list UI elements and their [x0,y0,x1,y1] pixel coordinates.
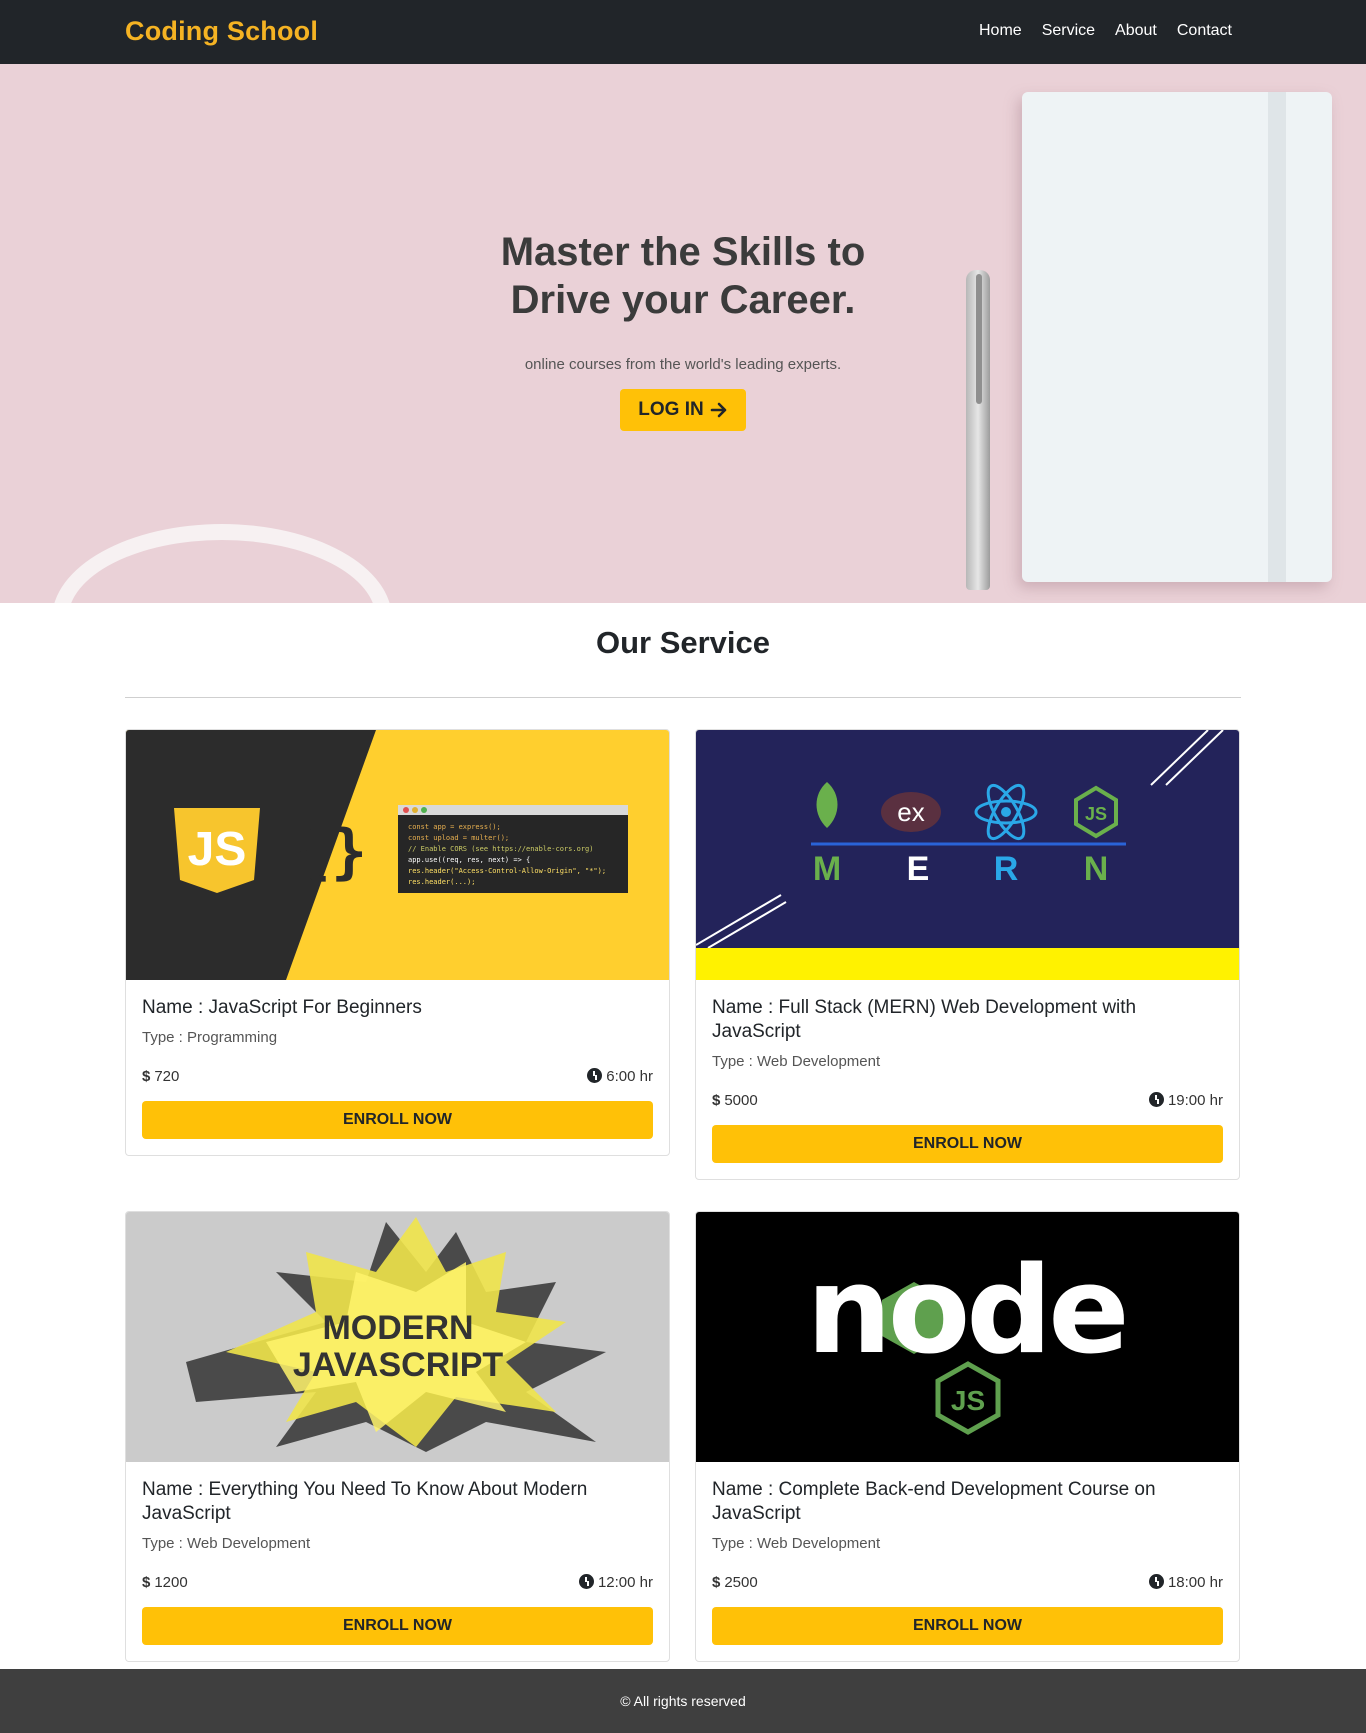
course-price: $720 [142,1068,180,1085]
course-type: Type : Web Development [142,1535,311,1552]
mern-letter: R [994,850,1019,888]
nodejs-banner-image: node JS [696,1212,1239,1462]
login-label: LOG IN [638,399,704,420]
dollar-icon: $ [712,1574,721,1591]
code-line: const app = express(); [408,823,501,831]
course-card: MODERN JAVASCRIPT Name : Everything You … [125,1211,670,1662]
nav-service-link[interactable]: Service [1042,22,1095,40]
course-name: Name : JavaScript For Beginners [142,997,422,1018]
arrow-right-icon [710,402,727,418]
nav-about-link[interactable]: About [1115,22,1157,40]
navbar: Coding School Home Service About Contact [0,0,1366,64]
section-divider [125,697,1241,698]
course-duration: 12:00 hr [578,1574,653,1591]
course-price: $2500 [712,1574,758,1591]
code-line: res.header(...); [408,878,475,886]
mern-banner-image: ex JS M E R N [696,730,1239,980]
nav-contact-link[interactable]: Contact [1177,22,1232,40]
node-text: node [806,1242,1125,1381]
mern-letter: M [813,850,841,888]
enroll-button[interactable]: ENROLL NOW [142,1607,653,1645]
mern-letter: N [1084,850,1109,888]
code-line: // Enable CORS (see https://enable-cors.… [408,845,593,853]
mern-letter: E [907,850,930,888]
footer: © All rights reserved [0,1669,1366,1733]
clock-icon [587,1068,603,1083]
code-line: const upload = multer(); [408,834,509,842]
nav-links: Home Service About Contact [979,22,1232,40]
enroll-button[interactable]: ENROLL NOW [712,1125,1223,1163]
modern-js-line: MODERN [322,1309,473,1347]
course-card: ex JS M E R N Name : Full Stack (MERN) W… [695,729,1240,1180]
login-button[interactable]: LOG IN [620,389,746,431]
mern-ex-text: ex [897,797,924,827]
modern-js-line: JAVASCRIPT [293,1346,504,1384]
course-name: Name : Full Stack (MERN) Web Development… [712,997,1137,1042]
dollar-icon: $ [142,1574,151,1591]
modern-javascript-banner-image: MODERN JAVASCRIPT [126,1212,669,1462]
enroll-button[interactable]: ENROLL NOW [712,1607,1223,1645]
svg-text:{}: {} [295,817,367,887]
course-duration: 19:00 hr [1148,1092,1223,1109]
course-type: Type : Web Development [712,1535,881,1552]
dollar-icon: $ [712,1092,721,1109]
enroll-button[interactable]: ENROLL NOW [142,1101,653,1139]
code-line: app.use((req, res, next) => { [408,856,530,864]
brand-logo[interactable]: Coding School [125,16,318,47]
section-title: Our Service [595,625,771,660]
hero-title: Master the Skills to Drive your Career. [500,230,866,322]
clock-icon [578,1574,594,1589]
course-name: Name : Complete Back-end Development Cou… [712,1479,1156,1524]
clock-icon [1148,1092,1164,1107]
course-type: Type : Programming [142,1029,278,1046]
course-type: Type : Web Development [712,1053,881,1070]
js-logo-text: JS [188,823,247,876]
course-card: node JS Name : Complete Back-end Develop… [695,1211,1240,1662]
code-line: res.header("Access-Control-Allow-Origin"… [408,867,606,875]
course-price: $1200 [142,1574,188,1591]
course-name: Name : Everything You Need To Know About… [142,1479,588,1524]
hero-content: Master the Skills to Drive your Career. … [0,228,1366,431]
node-js-text: JS [951,1385,985,1416]
hero-banner: Master the Skills to Drive your Career. … [0,64,1366,603]
course-card: JS {} const app = express(); const uploa… [125,729,670,1156]
mern-js-text: JS [1085,804,1107,824]
nav-home-link[interactable]: Home [979,22,1022,40]
dollar-icon: $ [142,1068,151,1085]
hero-subtitle: online courses from the world's leading … [524,356,842,373]
course-duration: 18:00 hr [1148,1574,1223,1591]
course-price: $5000 [712,1092,758,1109]
clock-icon [1148,1574,1164,1589]
course-duration: 6:00 hr [587,1068,653,1085]
headphone-decoration [52,524,392,603]
javascript-banner-image: JS {} const app = express(); const uploa… [126,730,669,980]
